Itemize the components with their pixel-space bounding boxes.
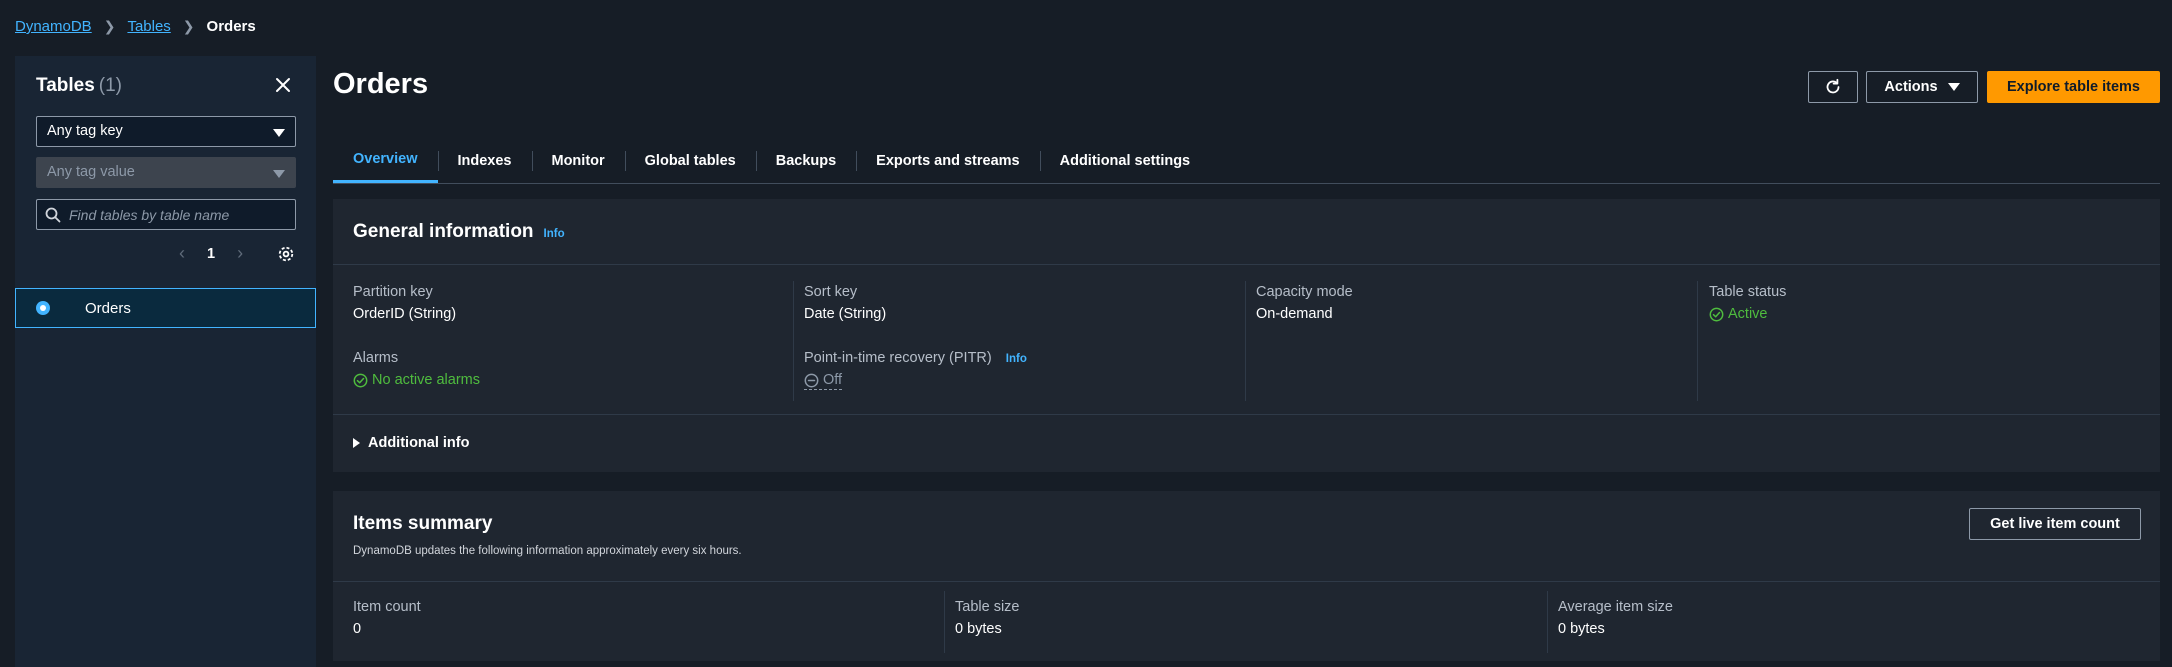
pitr-field: Point-in-time recovery (PITR) Info Off [804, 350, 1027, 390]
alarms-value: No active alarms [353, 372, 480, 388]
tag-key-select-value: Any tag key [47, 123, 123, 139]
column-divider [944, 591, 945, 653]
capacity-mode-value: On-demand [1256, 306, 1333, 322]
pitr-info-link[interactable]: Info [1006, 353, 1027, 365]
pitr-value-popover[interactable]: Off [804, 372, 843, 390]
additional-info-label: Additional info [368, 435, 470, 451]
radio-selected-icon[interactable] [36, 301, 50, 315]
tab-global-tables[interactable]: Global tables [624, 138, 756, 183]
tab-additional-settings[interactable]: Additional settings [1039, 138, 1211, 183]
search-icon [45, 207, 61, 223]
caret-down-icon [273, 129, 285, 137]
page-number[interactable]: 1 [207, 246, 215, 262]
actions-label: Actions [1884, 79, 1938, 95]
gear-icon[interactable] [277, 245, 295, 263]
table-size-label: Table size [955, 599, 1020, 615]
general-information-header: General information Info [353, 221, 565, 243]
get-live-item-count-button[interactable]: Get live item count [1969, 508, 2141, 540]
tag-value-select: Any tag value [36, 157, 296, 188]
chevron-left-icon[interactable]: ‹ [179, 243, 185, 264]
sort-key-label: Sort key [804, 284, 858, 300]
column-divider [1547, 591, 1548, 653]
caret-down-icon [1947, 83, 1960, 91]
table-tabs: Overview Indexes Monitor Global tables B… [333, 138, 2160, 184]
close-icon[interactable] [272, 74, 294, 96]
item-count-field: Item count 0 [353, 599, 421, 637]
actions-dropdown-button[interactable]: Actions [1866, 71, 1978, 103]
sort-key-value: Date (String) [804, 306, 887, 322]
chevron-right-icon: ❯ [103, 18, 116, 34]
additional-info-expander[interactable]: Additional info [353, 435, 469, 451]
pagination: ‹ 1 › [179, 243, 295, 264]
sidebar-item-orders[interactable]: Orders [15, 288, 316, 328]
tag-value-select-value: Any tag value [47, 164, 135, 180]
table-search-field[interactable] [36, 199, 296, 230]
breadcrumb: DynamoDB ❯ Tables ❯ Orders [15, 18, 256, 35]
alarms-text: No active alarms [372, 372, 480, 388]
item-count-label: Item count [353, 599, 421, 615]
tab-backups[interactable]: Backups [755, 138, 856, 183]
divider [333, 414, 2160, 415]
chevron-right-icon: ❯ [182, 18, 195, 34]
column-divider [793, 281, 794, 401]
tab-exports-and-streams[interactable]: Exports and streams [856, 138, 1039, 183]
column-divider [1697, 281, 1698, 401]
caret-right-icon [353, 438, 360, 448]
tables-sidebar: Tables(1) Any tag key Any tag value ‹ 1 … [15, 56, 316, 667]
sidebar-title: Tables (1) [36, 75, 122, 97]
check-circle-icon [353, 373, 368, 387]
table-size-value: 0 bytes [955, 621, 1002, 637]
items-summary-title: Items summary [353, 513, 493, 534]
breadcrumb-link-tables[interactable]: Tables [127, 18, 170, 35]
tab-overview[interactable]: Overview [333, 138, 438, 183]
table-status-text: Active [1728, 306, 1768, 322]
table-search-input[interactable] [69, 200, 289, 229]
alarms-label: Alarms [353, 350, 399, 366]
general-information-panel: General information Info Partition key O… [333, 199, 2160, 472]
partition-key-label: Partition key [353, 284, 433, 300]
divider [333, 264, 2160, 265]
tab-monitor[interactable]: Monitor [531, 138, 625, 183]
explore-table-items-button[interactable]: Explore table items [1987, 71, 2160, 103]
column-divider [1245, 281, 1246, 401]
tag-key-select[interactable]: Any tag key [36, 116, 296, 147]
pitr-value: Off [804, 372, 1027, 390]
pitr-label: Point-in-time recovery (PITR) [804, 350, 992, 366]
sidebar-table-count: (1) [98, 75, 123, 96]
capacity-mode-label: Capacity mode [1256, 284, 1353, 300]
check-circle-icon [1709, 307, 1724, 321]
pitr-label-row: Point-in-time recovery (PITR) Info [804, 350, 1027, 366]
sidebar-item-label: Orders [85, 299, 131, 317]
average-item-size-label: Average item size [1558, 599, 1673, 615]
tab-indexes[interactable]: Indexes [437, 138, 532, 183]
alarms-field: Alarms No active alarms [353, 350, 480, 388]
divider [333, 581, 2160, 582]
partition-key-value: OrderID (String) [353, 306, 457, 322]
refresh-icon [1826, 78, 1840, 94]
items-summary-panel: Items summary DynamoDB updates the follo… [333, 491, 2160, 661]
table-size-field: Table size 0 bytes [955, 599, 1019, 637]
sort-key-field: Sort key Date (String) [804, 284, 886, 322]
page-title: Orders [333, 68, 429, 100]
breadcrumb-current: Orders [206, 18, 256, 35]
capacity-mode-field: Capacity mode On-demand [1256, 284, 1353, 322]
table-status-label: Table status [1709, 284, 1787, 300]
items-summary-description: DynamoDB updates the following informati… [353, 545, 742, 557]
caret-down-icon [273, 170, 285, 178]
refresh-button[interactable] [1808, 71, 1858, 103]
table-status-value: Active [1709, 306, 1786, 322]
pitr-text: Off [823, 372, 843, 388]
average-item-size-field: Average item size 0 bytes [1558, 599, 1673, 637]
minus-circle-icon [804, 373, 819, 387]
table-status-field: Table status Active [1709, 284, 1786, 322]
item-count-value: 0 [353, 621, 362, 637]
partition-key-field: Partition key OrderID (String) [353, 284, 456, 322]
general-information-title: General information [353, 221, 534, 242]
info-link[interactable]: Info [544, 228, 565, 240]
average-item-size-value: 0 bytes [1558, 621, 1605, 637]
chevron-right-icon[interactable]: › [237, 243, 243, 264]
sidebar-title-text: Tables [36, 75, 95, 96]
breadcrumb-link-dynamodb[interactable]: DynamoDB [15, 18, 92, 35]
